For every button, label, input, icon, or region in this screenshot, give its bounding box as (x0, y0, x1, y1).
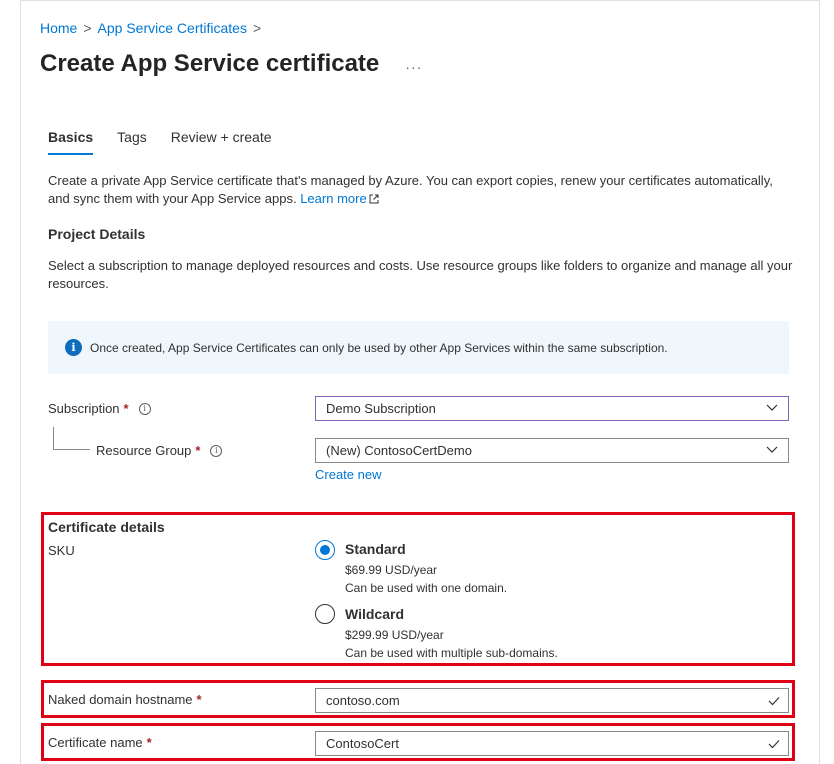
tab-tags[interactable]: Tags (117, 129, 147, 155)
sku-label: SKU (48, 543, 75, 558)
tab-basics[interactable]: Basics (48, 129, 94, 155)
breadcrumb-separator: > (83, 20, 92, 36)
info-message-bar: i Once created, App Service Certificates… (48, 321, 789, 374)
hostname-value: contoso.com (326, 693, 400, 708)
chevron-down-icon (766, 404, 778, 411)
create-new-link[interactable]: Create new (315, 467, 381, 482)
learn-more-link[interactable]: Learn more (300, 191, 379, 206)
sku-wildcard-radio[interactable] (315, 604, 335, 624)
page-title: Create App Service certificate (40, 50, 380, 77)
intro-text: Create a private App Service certificate… (48, 172, 796, 208)
required-marker: * (146, 735, 152, 750)
subscription-label: Subscription * i (48, 401, 151, 416)
hostname-input[interactable]: contoso.com (315, 688, 789, 713)
sku-standard-title: Standard (345, 541, 406, 557)
subscription-value: Demo Subscription (326, 401, 436, 416)
info-tooltip-icon[interactable]: i (138, 402, 151, 415)
sku-wildcard-description: Can be used with multiple sub-domains. (345, 646, 558, 660)
resource-group-label-text: Resource Group (96, 443, 192, 458)
intro-description: Create a private App Service certificate… (48, 173, 773, 206)
subscription-dropdown[interactable]: Demo Subscription (315, 396, 789, 421)
hostname-label: Naked domain hostname * (48, 692, 202, 707)
resource-group-dropdown[interactable]: (New) ContosoCertDemo (315, 438, 789, 463)
checkmark-icon (768, 697, 780, 706)
project-details-description: Select a subscription to manage deployed… (48, 258, 793, 291)
subscription-label-text: Subscription (48, 401, 120, 416)
breadcrumb-home[interactable]: Home (40, 20, 77, 36)
info-icon: i (65, 339, 82, 356)
project-details-heading: Project Details (48, 226, 146, 242)
sku-wildcard-price: $299.99 USD/year (345, 628, 444, 642)
page-header: Create App Service certificate ··· (40, 50, 422, 78)
breadcrumb: Home > App Service Certificates > (40, 20, 261, 36)
hostname-label-text: Naked domain hostname (48, 692, 193, 707)
certificate-details-heading: Certificate details (48, 519, 165, 535)
tree-connector (53, 427, 90, 450)
learn-more-label: Learn more (300, 191, 367, 206)
certificate-name-value: ContosoCert (326, 736, 399, 751)
certificate-name-label-text: Certificate name (48, 735, 143, 750)
checkmark-icon (768, 740, 780, 749)
breadcrumb-separator: > (252, 20, 262, 36)
external-link-icon (369, 194, 379, 204)
required-marker: * (195, 443, 201, 458)
sku-standard-radio[interactable] (315, 540, 335, 560)
tab-bar: Basics Tags Review + create (48, 129, 272, 155)
tab-review-create[interactable]: Review + create (171, 129, 272, 155)
more-options-button[interactable]: ··· (405, 59, 422, 75)
info-tooltip-icon[interactable]: i (210, 444, 223, 457)
required-marker: * (123, 401, 129, 416)
sku-wildcard-title: Wildcard (345, 606, 404, 622)
resource-group-label: Resource Group * i (96, 443, 223, 458)
info-message-text: Once created, App Service Certificates c… (90, 340, 668, 355)
required-marker: * (196, 692, 202, 707)
resource-group-value: (New) ContosoCertDemo (326, 443, 472, 458)
certificate-name-label: Certificate name * (48, 735, 152, 750)
chevron-down-icon (766, 446, 778, 453)
breadcrumb-app-service-certificates[interactable]: App Service Certificates (98, 20, 247, 36)
certificate-name-input[interactable]: ContosoCert (315, 731, 789, 756)
sku-standard-price: $69.99 USD/year (345, 563, 438, 577)
sku-standard-description: Can be used with one domain. (345, 581, 508, 595)
